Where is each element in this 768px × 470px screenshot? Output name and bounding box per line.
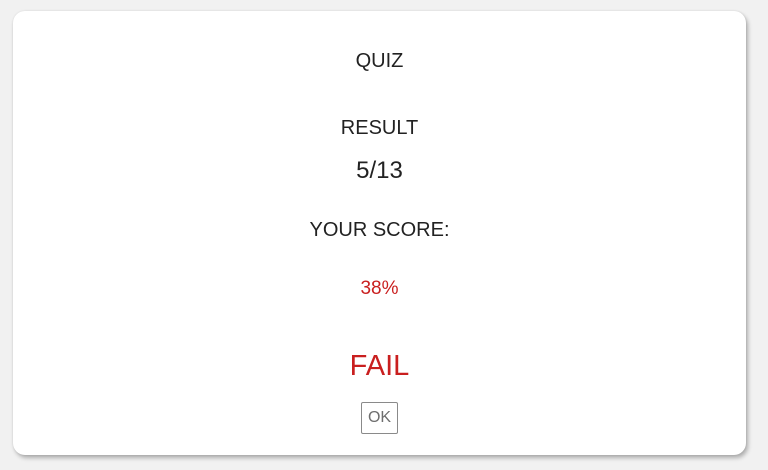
result-dialog: QUIZ RESULT 5/13 YOUR SCORE: 38% FAIL OK xyxy=(13,11,746,455)
result-value: 5/13 xyxy=(356,157,403,184)
ok-button[interactable]: OK xyxy=(361,402,398,434)
fail-status: FAIL xyxy=(349,350,410,382)
score-label: YOUR SCORE: xyxy=(309,219,450,241)
score-value: 38% xyxy=(360,278,399,299)
result-label: RESULT xyxy=(340,117,419,139)
quiz-title: QUIZ xyxy=(355,50,404,72)
